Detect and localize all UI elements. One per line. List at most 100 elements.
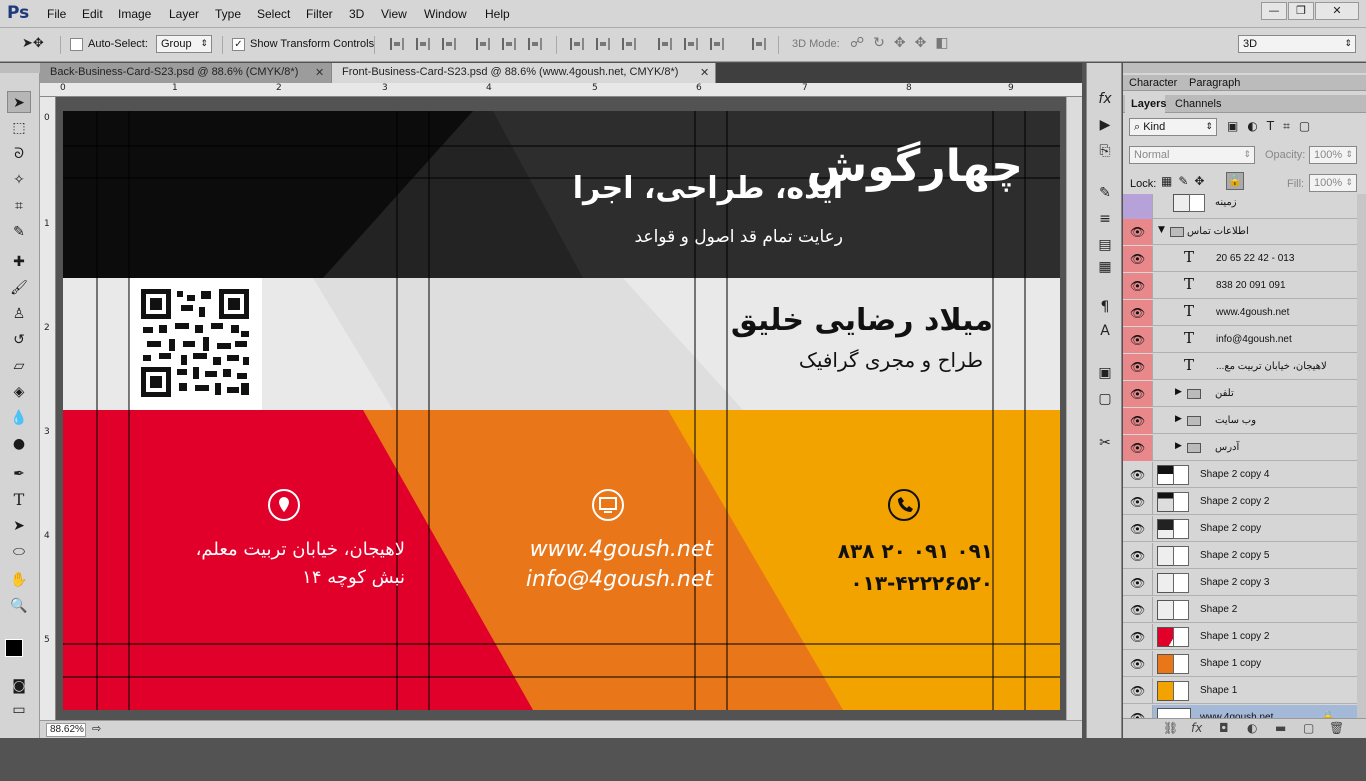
layer-text-website[interactable]: 👁 T www.4goush.net (1123, 300, 1357, 326)
align-left-icon[interactable] (476, 38, 490, 50)
tab-close-icon[interactable]: ✕ (700, 66, 709, 79)
foreground-color-swatch[interactable] (5, 639, 23, 657)
layer-visibility-toggle[interactable]: 👁 (1123, 678, 1153, 704)
layer-group-contact-info[interactable]: 👁 ▼ اطلاعات تماس (1123, 219, 1357, 245)
layer-visibility-toggle[interactable]: 👁 (1123, 219, 1153, 245)
move-tool-preset-icon[interactable]: ➤✥ (22, 36, 44, 51)
menu-filter[interactable]: Filter (306, 7, 333, 21)
add-style-icon[interactable]: fx (1191, 721, 1202, 735)
zoom-tool-icon[interactable]: 🔍 (7, 595, 31, 617)
auto-align-icon[interactable] (752, 38, 766, 50)
fill-field[interactable]: 100% (1309, 174, 1357, 192)
adjustments-icon[interactable]: ≡ (1095, 209, 1115, 229)
marquee-tool-icon[interactable]: ⬚ (7, 117, 31, 139)
tab-close-icon[interactable]: ✕ (315, 66, 324, 79)
ellipse-tool-icon[interactable]: ⬭ (7, 541, 31, 563)
auto-select-checkbox[interactable] (70, 38, 83, 51)
zoom-level-field[interactable]: 88.62% (46, 723, 86, 737)
lock-all-icon[interactable]: 🔒 (1226, 172, 1244, 190)
notes-icon[interactable]: ▣ (1095, 363, 1115, 383)
layer-shape-2-copy-3[interactable]: 👁 Shape 2 copy 3 (1123, 570, 1357, 596)
business-card-document[interactable]: چهارگوش ایده، طراحی، اجرا رعایت تمام قد … (63, 111, 1060, 710)
auto-select-dropdown[interactable]: Group (156, 35, 212, 53)
layer-visibility-toggle[interactable]: 👁 (1123, 651, 1153, 677)
opacity-field[interactable]: 100% (1309, 146, 1357, 164)
distribute-bottom-icon[interactable] (622, 38, 636, 50)
type-tool-icon[interactable]: T (7, 489, 31, 511)
filter-icons[interactable]: ▣◐T⌗▢ (1227, 119, 1319, 134)
tab-layers[interactable]: Layers (1131, 98, 1166, 110)
blend-mode-dropdown[interactable]: Normal (1129, 146, 1255, 164)
layer-shape-1-copy-2[interactable]: 👁 Shape 1 copy 2 (1123, 624, 1357, 650)
tab-back-business-card[interactable]: Back-Business-Card-S23.psd @ 88.6% (CMYK… (40, 63, 332, 83)
tool-presets-icon[interactable]: ✂ (1095, 433, 1115, 453)
brush-tool-icon[interactable]: 🖌 (7, 277, 31, 299)
expand-arrow-icon[interactable]: ▶ (1175, 387, 1182, 397)
layer-shape-2-copy-5[interactable]: 👁 Shape 2 copy 5 (1123, 543, 1357, 569)
pen-tool-icon[interactable]: ✒ (7, 463, 31, 485)
info-icon[interactable]: ▤ (1095, 235, 1115, 255)
horizontal-ruler[interactable]: 0 1 2 3 4 5 6 7 8 9 (40, 83, 1082, 97)
align-right-icon[interactable] (528, 38, 542, 50)
layer-visibility-toggle[interactable]: 👁 (1123, 516, 1153, 542)
layer-visibility-toggle[interactable]: 👁 (1123, 570, 1153, 596)
layer-visibility-toggle[interactable] (1123, 194, 1153, 219)
paint-bucket-tool-icon[interactable]: ◈ (7, 381, 31, 403)
layer-text-address[interactable]: 👁 T لاهیجان، خیابان تربیت مع... (1123, 354, 1357, 380)
layer-shape-2-copy-2[interactable]: 👁 Shape 2 copy 2 (1123, 489, 1357, 515)
layer-visibility-toggle[interactable]: 👁 (1123, 381, 1153, 407)
play-actions-icon[interactable]: ▶ (1095, 115, 1115, 135)
layer-visibility-toggle[interactable]: 👁 (1123, 624, 1153, 650)
align-bottom-icon[interactable] (442, 38, 456, 50)
layer-visibility-toggle[interactable]: 👁 (1123, 543, 1153, 569)
move-tool-icon[interactable]: ➤ (7, 91, 31, 113)
layer-visibility-toggle[interactable]: 👁 (1123, 489, 1153, 515)
layer-shape-1[interactable]: 👁 Shape 1 (1123, 678, 1357, 704)
layer-row-zamineh[interactable]: زمینه (1123, 194, 1357, 219)
distribute-right-icon[interactable] (710, 38, 724, 50)
layer-group-address[interactable]: 👁 ▶ آدرس (1123, 435, 1357, 461)
brush-presets-icon[interactable]: ✎ (1095, 183, 1115, 203)
menu-layer[interactable]: Layer (169, 7, 199, 21)
menu-edit[interactable]: Edit (82, 7, 103, 21)
tab-front-business-card[interactable]: Front-Business-Card-S23.psd @ 88.6% (www… (332, 63, 716, 83)
layer-shape-2-copy-4[interactable]: 👁 Shape 2 copy 4 (1123, 462, 1357, 488)
character-icon[interactable]: A (1095, 321, 1115, 341)
layer-group-website[interactable]: 👁 ▶ وب سایت (1123, 408, 1357, 434)
clone-stamp-tool-icon[interactable]: ♙ (7, 303, 31, 325)
layer-text-mobile[interactable]: 👁 T 838 20 091 091 (1123, 273, 1357, 299)
menu-help[interactable]: Help (485, 7, 510, 21)
link-layers-icon[interactable]: ⛓ (1163, 721, 1178, 735)
delete-layer-icon[interactable]: 🗑 (1329, 721, 1344, 735)
distribute-center-icon[interactable] (596, 38, 610, 50)
3d-mode-tools-icons[interactable]: ☍↻✥✥◧ (850, 35, 958, 51)
menu-select[interactable]: Select (257, 7, 290, 21)
distribute-top-icon[interactable] (570, 38, 584, 50)
layer-visibility-toggle[interactable]: 👁 (1123, 327, 1153, 353)
lock-icons[interactable]: ▦✎✥ (1161, 174, 1210, 188)
layer-visibility-toggle[interactable]: 👁 (1123, 408, 1153, 434)
restore-button[interactable]: ❐ (1288, 2, 1314, 20)
history-icon[interactable]: ⎘ (1095, 141, 1115, 161)
workspace-dropdown[interactable]: 3D (1238, 35, 1356, 53)
screen-mode-icon[interactable]: ▭ (7, 699, 31, 721)
blur-tool-icon[interactable]: 💧 (7, 407, 31, 429)
path-selection-tool-icon[interactable]: ➤ (7, 515, 31, 537)
healing-brush-tool-icon[interactable]: ✚ (7, 251, 31, 273)
layer-shape-1-copy[interactable]: 👁 Shape 1 copy (1123, 651, 1357, 677)
menu-type[interactable]: Type (215, 7, 241, 21)
distribute-hcenter-icon[interactable] (684, 38, 698, 50)
distribute-left-icon[interactable] (658, 38, 672, 50)
layers-scrollbar[interactable] (1357, 194, 1366, 718)
history-brush-tool-icon[interactable]: ↺ (7, 329, 31, 351)
expand-arrow-icon[interactable]: ▼ (1158, 225, 1165, 235)
new-group-icon[interactable]: ▬ (1275, 721, 1286, 735)
tab-channels[interactable]: Channels (1175, 98, 1221, 110)
adjustment-layer-icon[interactable]: ◐ (1247, 721, 1257, 735)
align-horizontal-center-icon[interactable] (502, 38, 516, 50)
layer-group-phone[interactable]: 👁 ▶ تلفن (1123, 381, 1357, 407)
layer-visibility-toggle[interactable]: 👁 (1123, 273, 1153, 299)
canvas-vertical-scrollbar[interactable] (1066, 97, 1082, 720)
add-mask-icon[interactable]: ◘ (1219, 721, 1229, 735)
menu-window[interactable]: Window (424, 7, 467, 21)
